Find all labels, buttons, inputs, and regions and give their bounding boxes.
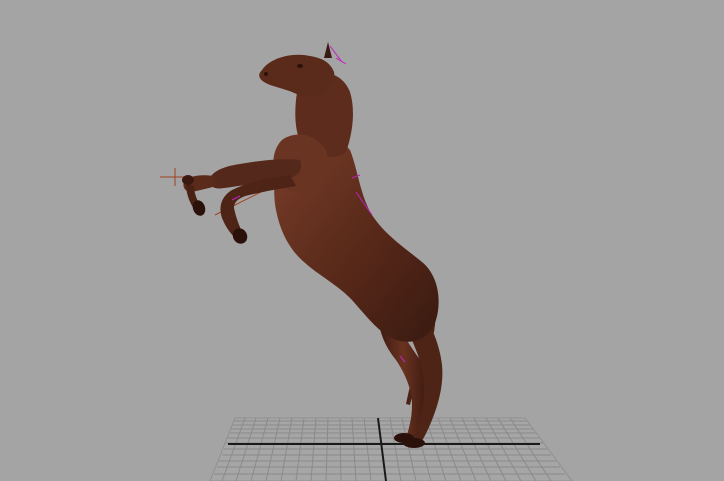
3d-viewport[interactable] bbox=[0, 0, 724, 481]
horse-ear bbox=[324, 42, 332, 58]
viewport-canvas[interactable] bbox=[0, 0, 724, 481]
horse-head bbox=[259, 54, 335, 97]
horse-eye bbox=[297, 64, 303, 68]
horse-nostril bbox=[264, 72, 268, 76]
horse-hoof-hind-right bbox=[403, 438, 425, 448]
horse-fetlock bbox=[182, 175, 194, 185]
horse-model[interactable] bbox=[182, 42, 443, 448]
ground-grid bbox=[209, 417, 573, 481]
